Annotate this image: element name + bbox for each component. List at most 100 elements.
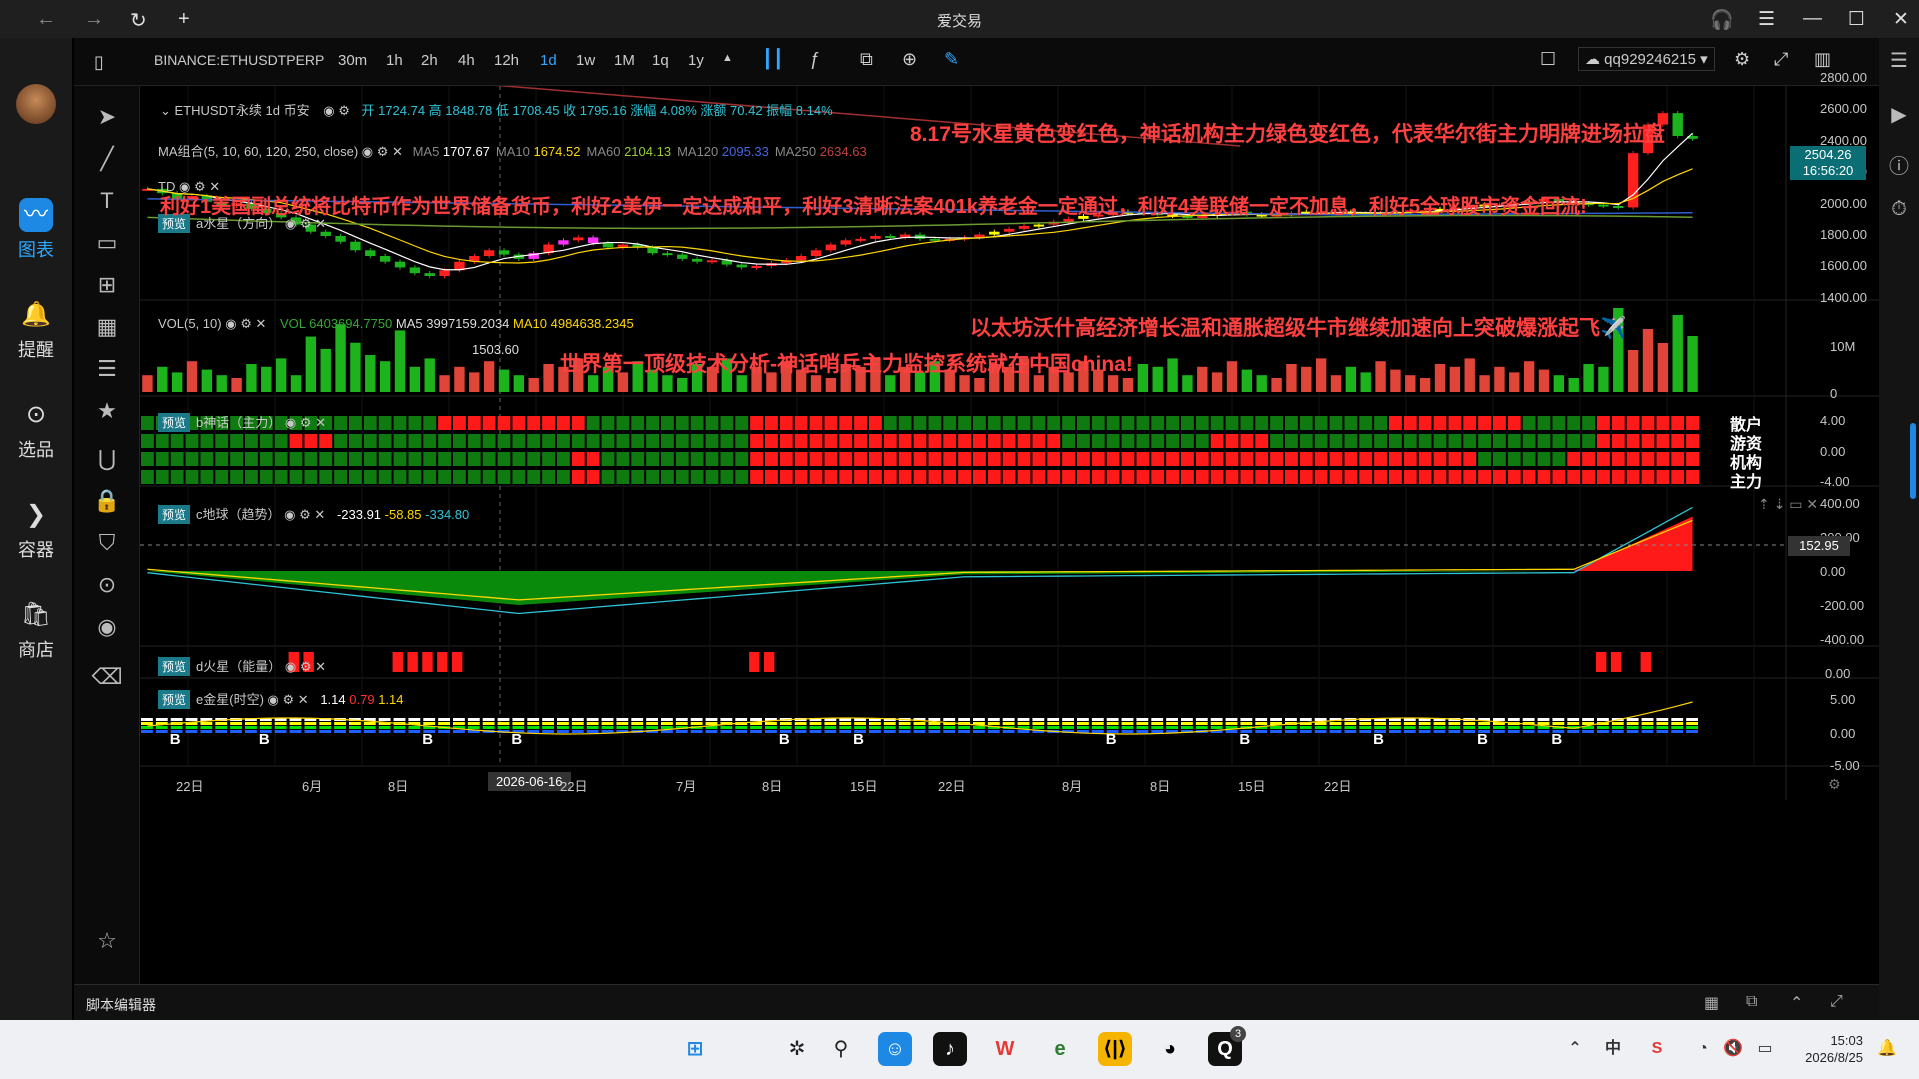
avatar[interactable] [16,84,56,124]
pane-controls[interactable]: ⇡ ⇣ ▭ ✕ [1758,496,1818,513]
replay-icon[interactable]: ⊕ [902,49,917,70]
interval-1w[interactable]: 1w [576,52,595,69]
layout-icon[interactable]: ▯ [94,52,104,73]
interval-1h[interactable]: 1h [386,52,403,69]
script-editor-tab[interactable]: 脚本编辑器 [86,995,156,1015]
eraser-icon[interactable]: ⌫ [74,664,140,690]
interval-1q[interactable]: 1q [652,52,669,69]
interval-1M[interactable]: 1M [614,52,635,69]
fib-icon[interactable]: ☰ [74,356,140,382]
eye-icon[interactable]: ◉ [285,415,296,430]
eye-icon[interactable]: ◉ [268,692,279,707]
interval-1d[interactable]: 1d [540,52,557,69]
user-menu[interactable]: ☁ qq929246215 ▾ [1578,47,1715,71]
eye-icon[interactable]: ◉ [362,144,373,159]
close-icon[interactable]: ✕ [314,507,325,522]
gear-icon[interactable]: ⚙ [300,415,312,430]
calendar-icon[interactable]: ▦ [1704,993,1719,1013]
maximize-panel-icon[interactable]: ⤢ [1830,993,1843,1011]
gear-icon[interactable]: ⚙ [338,103,350,118]
clock[interactable]: 15:03 2026/8/25 [1793,1032,1863,1066]
close-icon[interactable]: ✕ [392,144,403,159]
grid-icon[interactable]: ▦ [74,314,140,340]
chart-area[interactable]: B B B B B B B B B B B ⌄ ETHUSDT永续 1d 币安 ◉ ⚙ 开 1724… [140,65,1879,1000]
close-icon[interactable]: ✕ [298,692,309,707]
close-icon[interactable]: ✕ [255,316,266,331]
target-icon[interactable]: ⊙ [74,572,140,598]
notification-bell-icon[interactable]: 🔔 [1870,1032,1904,1066]
minimize-button[interactable]: — [1803,8,1822,30]
sidebar-item-select[interactable]: ⊙ 选品 [0,398,72,462]
axis-settings-icon[interactable]: ⚙ [1828,776,1841,793]
settings-icon[interactable]: ⚙ [1734,49,1750,70]
hide-icon[interactable]: ◉ [74,614,140,640]
maximize-button[interactable]: ☐ [1848,8,1865,31]
collapse-icon[interactable]: ⌄ [160,103,175,118]
compare-icon[interactable]: ⧉ [860,49,873,70]
gear-icon[interactable]: ⚙ [377,144,389,159]
symbol-selector[interactable]: BINANCE:ETHUSDTPERP [154,52,324,68]
filter-icon[interactable]: ⛉ [74,530,140,556]
interval-4h[interactable]: 4h [458,52,475,69]
interval-30m[interactable]: 30m [338,52,367,69]
interval-1y[interactable]: 1y [688,52,704,69]
battery-icon[interactable]: ▭ [1748,1032,1782,1066]
collapse-up-icon[interactable]: ⌃ [1790,993,1803,1013]
tray-app-icon[interactable]: S [1640,1032,1674,1066]
rectangle-icon[interactable]: ▭ [74,230,140,256]
eye-icon[interactable]: ◉ [285,659,296,674]
gear-icon[interactable]: ⚙ [300,659,312,674]
close-button[interactable]: ✕ [1893,8,1909,31]
interval-2h[interactable]: 2h [421,52,438,69]
gear-icon[interactable]: ⚙ [283,692,295,707]
start-icon[interactable]: ⊞ [678,1032,712,1066]
sidebar-item-chart[interactable]: 〰图表 [0,198,72,262]
measure-icon[interactable]: ⊞ [74,272,140,298]
cursor-icon[interactable]: ➤ [74,104,140,130]
app-qq-icon[interactable]: ◕ [1153,1032,1187,1066]
popout-icon[interactable]: ⧉ [1746,993,1757,1011]
info-icon[interactable]: ⓘ [1879,150,1919,179]
play-icon[interactable]: ▶ [1879,102,1919,127]
app-aijiaoyi-icon[interactable]: ⟨|⟩ [1098,1032,1132,1066]
indicator-icon[interactable]: ƒ [810,49,820,70]
sidebar-item-alert[interactable]: 🔔 提醒 [0,298,72,362]
app-bilibili-icon[interactable]: ☺ [878,1032,912,1066]
eye-icon[interactable]: ◉ [323,103,334,118]
volume-icon[interactable]: 🔇 [1716,1032,1750,1066]
watchlist-icon[interactable]: ☰ [1879,48,1919,73]
star-tool-icon[interactable]: ★ [74,398,140,424]
magnet-icon[interactable]: ⋃ [74,446,140,472]
wifi-icon[interactable]: ◔ [1686,1032,1720,1066]
ime-icon[interactable]: 中 [1596,1032,1630,1066]
taskbar-search-icon[interactable]: ⚲ [824,1032,858,1066]
chart-canvas[interactable]: BBBBBBBBBBB [140,65,1879,1000]
app-edge-icon[interactable]: e [1043,1032,1077,1066]
sidebar-item-store[interactable]: 🛍 商店 [0,598,72,662]
candles-icon[interactable]: ┃┃ [762,49,784,70]
clock-icon[interactable]: ⏱ [1879,198,1919,221]
text-icon[interactable]: T [74,188,140,214]
sidebar-item-container[interactable]: ❯ 容器 [0,498,72,562]
eye-icon[interactable]: ◉ [225,316,236,331]
gear-icon[interactable]: ⚙ [299,507,311,522]
close-icon[interactable]: ✕ [315,659,326,674]
headset-icon[interactable]: 🎧 [1710,8,1734,32]
interval-more-icon[interactable]: ▲ [722,52,733,64]
app-pinwheel-icon[interactable]: ✲ [780,1032,814,1066]
tray-chevron-icon[interactable]: ⌃ [1558,1032,1592,1066]
lock-icon[interactable]: 🔒 [74,488,140,514]
panel-icon[interactable]: ▥ [1814,49,1831,70]
favorites-icon[interactable]: ☆ [74,928,140,954]
menu-icon[interactable]: ☰ [1758,8,1775,31]
scrollbar[interactable] [1910,423,1916,499]
expand-icon[interactable]: ⤢ [1774,49,1788,70]
close-icon[interactable]: ✕ [315,415,326,430]
gear-icon[interactable]: ⚙ [240,316,252,331]
app-wps-icon[interactable]: W [988,1032,1022,1066]
trendline-icon[interactable]: ╱ [74,146,140,172]
eye-icon[interactable]: ◉ [284,507,295,522]
app-tiktok-icon[interactable]: ♪ [933,1032,967,1066]
draw-icon[interactable]: ✎ [944,49,959,70]
fullscreen-box-icon[interactable]: ☐ [1540,49,1556,70]
